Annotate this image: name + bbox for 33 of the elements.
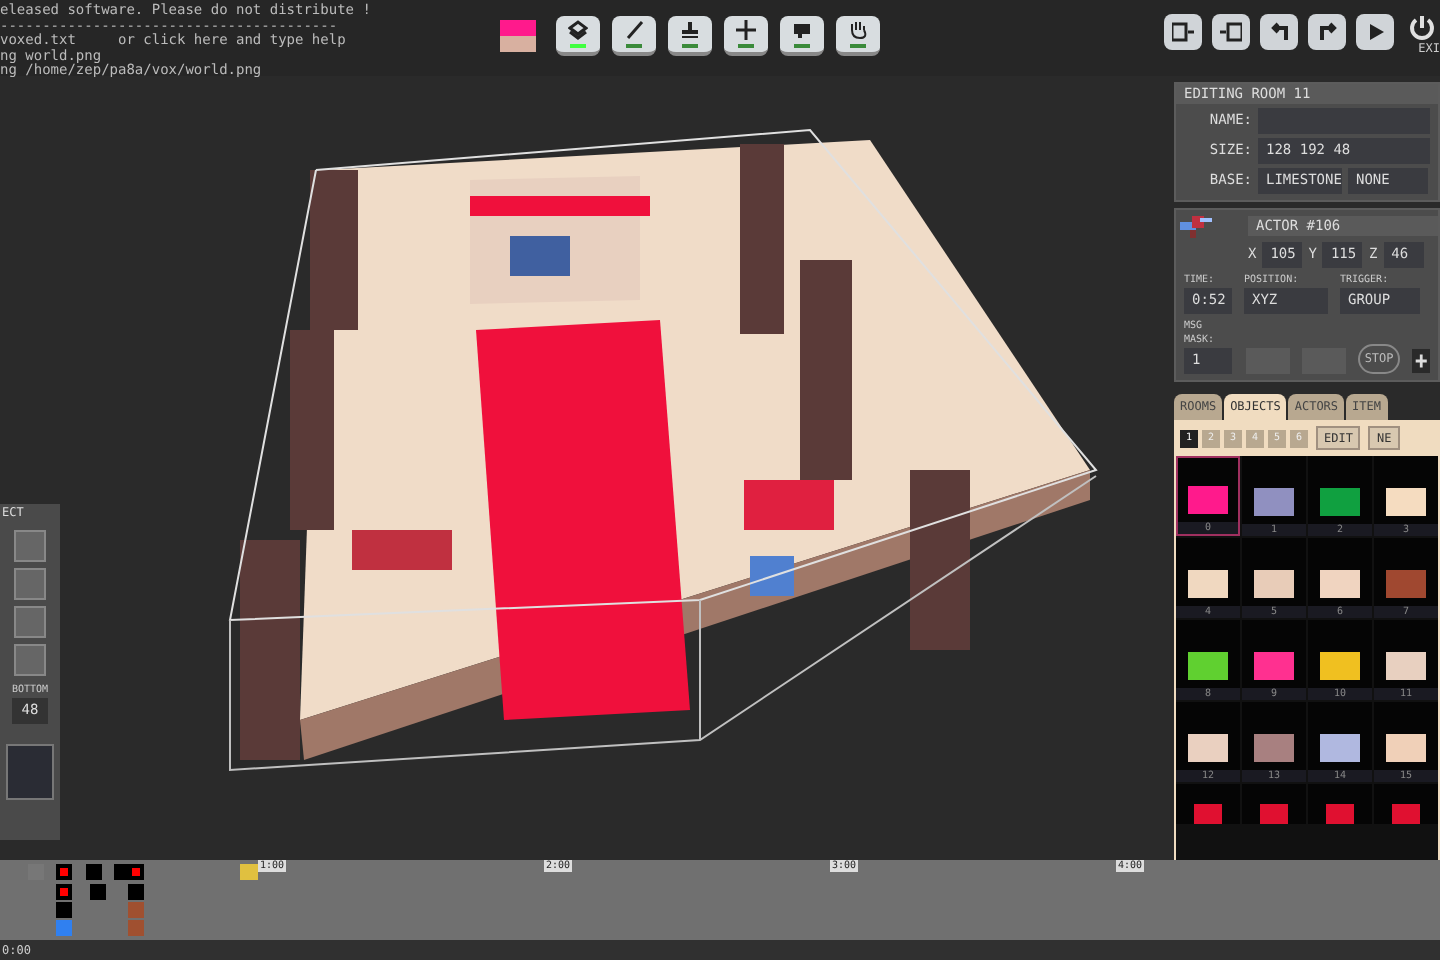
load-icon	[1220, 22, 1242, 42]
layers-icon	[568, 20, 588, 40]
tool-button[interactable]	[612, 16, 656, 56]
stamp-icon	[680, 20, 700, 40]
toolbar-button[interactable]	[1212, 14, 1250, 50]
pencil-icon	[624, 20, 644, 40]
power-icon[interactable]	[1408, 14, 1436, 42]
plus-icon	[736, 20, 756, 40]
save-icon	[1172, 22, 1194, 42]
add-icon[interactable]	[1411, 348, 1430, 374]
object-tile[interactable]	[1242, 784, 1306, 824]
preview-box	[6, 744, 54, 800]
tool-button[interactable]	[556, 16, 600, 56]
object-tile[interactable]	[1308, 784, 1372, 824]
object-tile[interactable]	[1374, 784, 1438, 824]
object-thumbnail	[1392, 804, 1420, 824]
object-thumbnail	[1194, 804, 1222, 824]
undo-icon	[1269, 22, 1289, 42]
toolbar-button[interactable]	[1308, 14, 1346, 50]
tool-button[interactable]	[668, 16, 712, 56]
tool-button[interactable]	[836, 16, 880, 56]
toolbar-button[interactable]	[1356, 14, 1394, 50]
object-thumbnail	[1326, 804, 1354, 824]
play-icon	[1365, 22, 1385, 42]
redo-icon	[1317, 22, 1337, 42]
object-thumbnail	[1260, 804, 1288, 824]
color-swatch-icon[interactable]	[500, 20, 536, 52]
tool-button[interactable]	[780, 16, 824, 56]
toolbar-button[interactable]	[1260, 14, 1298, 50]
object-tile[interactable]	[1176, 784, 1240, 824]
tool-button[interactable]	[724, 16, 768, 56]
toolbar-button[interactable]	[1164, 14, 1202, 50]
hand-icon	[848, 20, 868, 40]
